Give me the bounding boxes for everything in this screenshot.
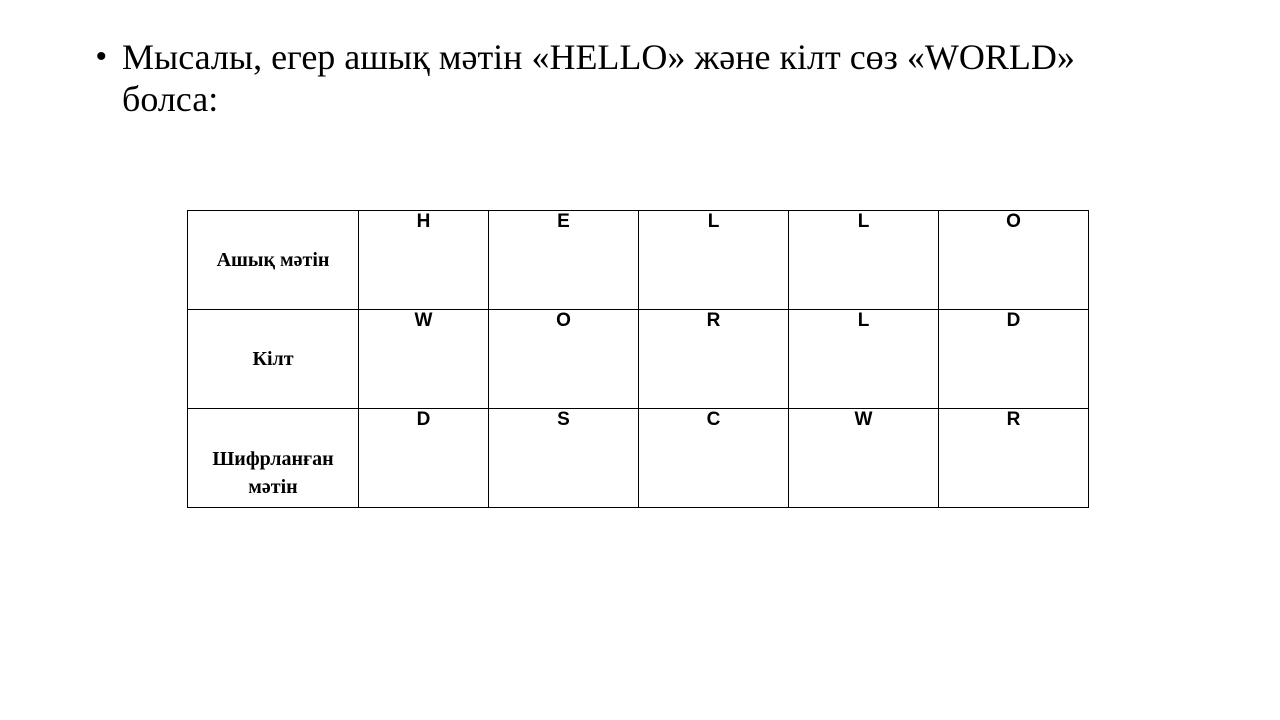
table-row-ciphertext: Шифрланған мәтін D S C W R xyxy=(187,408,1089,508)
table-cell: R xyxy=(938,408,1089,508)
table-cell: S xyxy=(488,408,639,508)
table-cell: H xyxy=(358,210,489,310)
bullet-item: • Мысалы, егер ашық мәтін «HELLO» және к… xyxy=(96,36,1176,120)
cipher-table: Ашық мәтін H E L L O Кілт W O R L D Шифр… xyxy=(187,210,1089,508)
table-row-plaintext: Ашық мәтін H E L L O xyxy=(187,210,1089,310)
table-cell: L xyxy=(788,309,939,409)
table-cell: O xyxy=(488,309,639,409)
bullet-text: Мысалы, егер ашық мәтін «HELLO» және кіл… xyxy=(122,37,1075,119)
table-cell: O xyxy=(938,210,1089,310)
row-header-plaintext: Ашық мәтін xyxy=(187,210,359,310)
row-header-key: Кілт xyxy=(187,309,359,409)
table-cell: R xyxy=(638,309,789,409)
table-cell: L xyxy=(638,210,789,310)
bullet-list: • Мысалы, егер ашық мәтін «HELLO» және к… xyxy=(96,36,1176,120)
bullet-dot-icon: • xyxy=(96,40,107,73)
table-cell: D xyxy=(358,408,489,508)
table-row-key: Кілт W O R L D xyxy=(187,309,1089,409)
row-header-ciphertext: Шифрланған мәтін xyxy=(187,408,359,508)
table-cell: L xyxy=(788,210,939,310)
table-cell: C xyxy=(638,408,789,508)
table-cell: W xyxy=(358,309,489,409)
table-cell: W xyxy=(788,408,939,508)
table-cell: D xyxy=(938,309,1089,409)
table-cell: E xyxy=(488,210,639,310)
